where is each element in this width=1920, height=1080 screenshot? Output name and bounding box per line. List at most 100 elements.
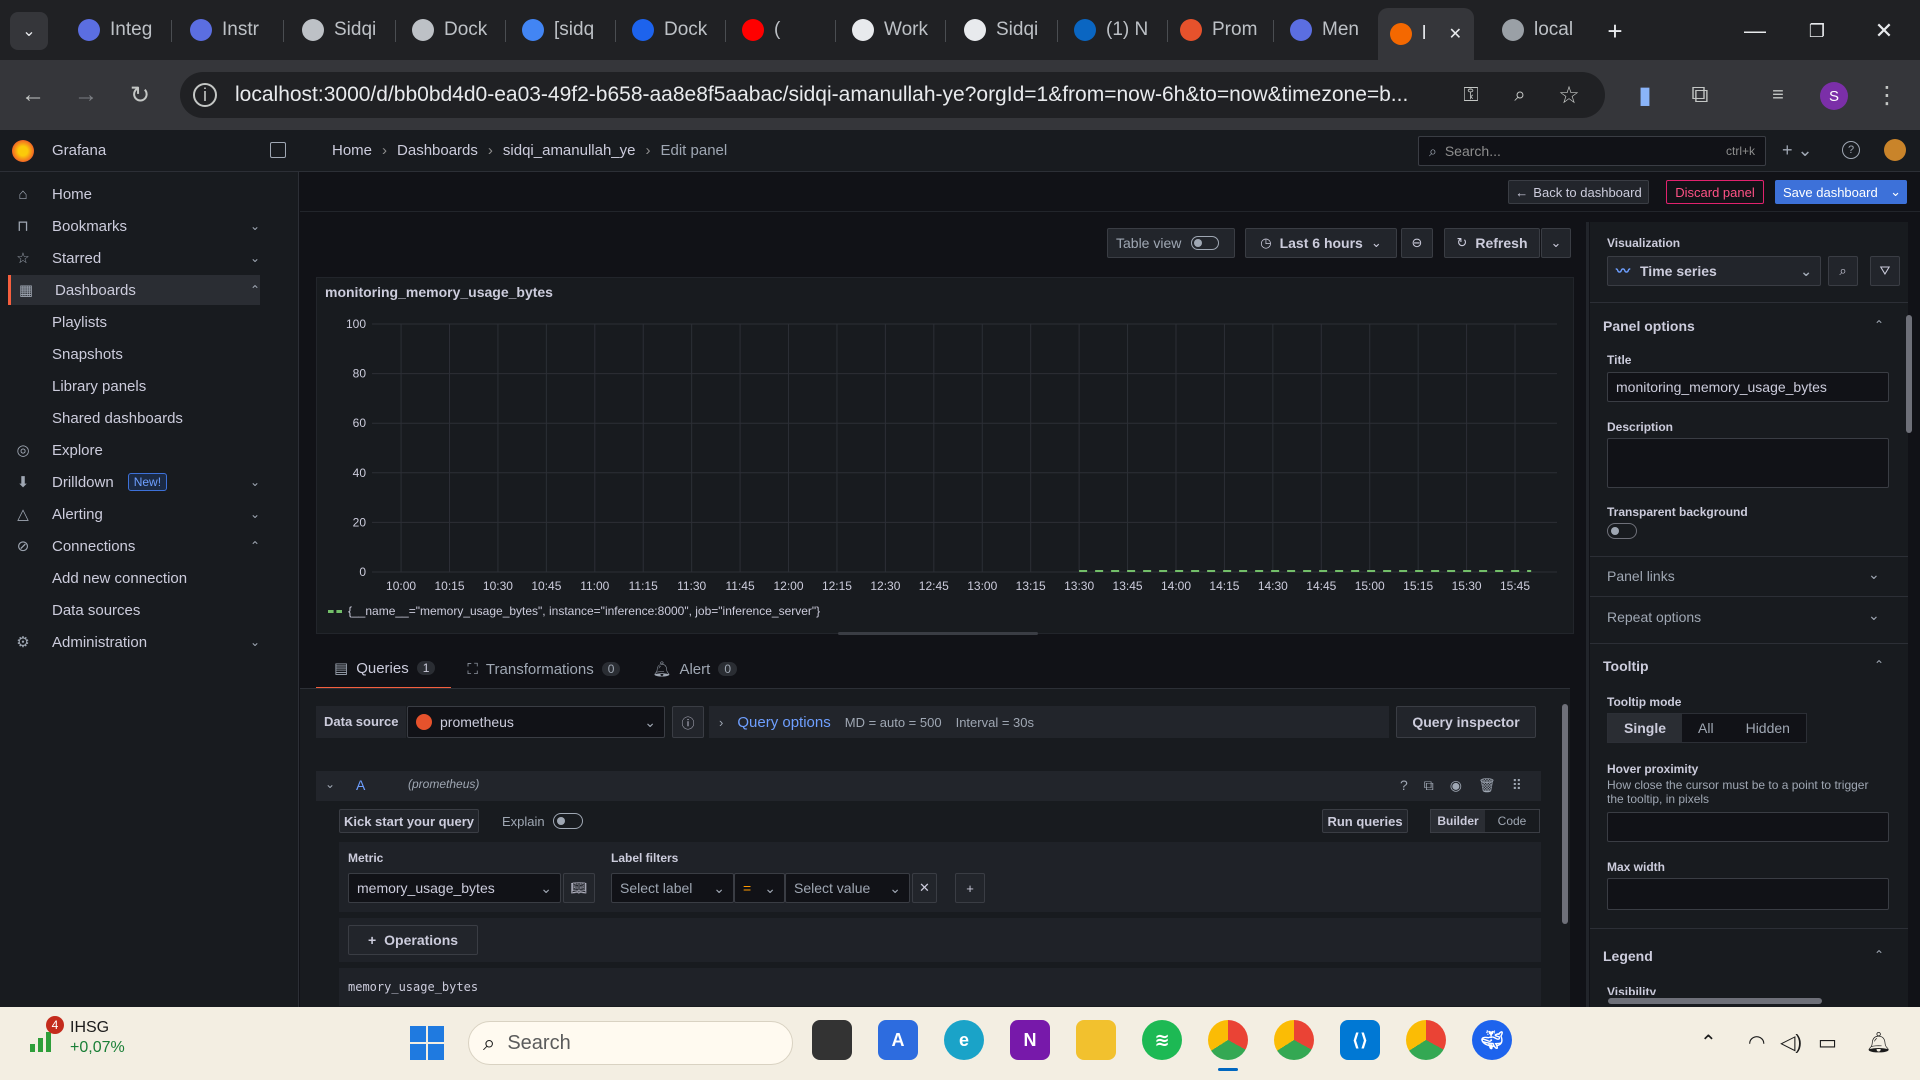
add-filter-button[interactable]: +: [955, 873, 985, 903]
table-view-toggle[interactable]: Table view: [1107, 228, 1235, 258]
sidebar-item-drilldown[interactable]: ⬇ Drilldown New! ⌄: [8, 467, 260, 497]
filter-options-button[interactable]: ⛛: [1870, 256, 1900, 286]
browser-tab[interactable]: Work: [840, 10, 940, 50]
browser-tab[interactable]: Dock: [400, 10, 500, 50]
explain-toggle[interactable]: [553, 813, 583, 829]
add-new-icon[interactable]: + ⌄: [1782, 140, 1813, 161]
time-series-chart[interactable]: 0 20 40 60 80 100 10:00 10:15 10:30 10:45 11:00 11:…: [316, 300, 1574, 630]
browser-tab[interactable]: Prom: [1168, 10, 1268, 50]
browser-tab[interactable]: Dock: [620, 10, 720, 50]
file-explorer-icon[interactable]: [1076, 1020, 1116, 1060]
time-range-picker[interactable]: ◷ Last 6 hours ⌄: [1245, 228, 1397, 258]
browser-tab[interactable]: Sidqi: [952, 10, 1052, 50]
chrome-profile2-icon[interactable]: [1406, 1020, 1446, 1060]
edge-icon[interactable]: e: [944, 1020, 984, 1060]
datasource-help-button[interactable]: ⓘ: [672, 706, 704, 738]
help-icon[interactable]: ?: [1842, 141, 1860, 159]
reload-icon[interactable]: ↻: [125, 80, 155, 110]
sidebar-item-shared-dashboards[interactable]: Shared dashboards: [8, 403, 260, 433]
trash-icon[interactable]: 🗑︎: [1478, 777, 1496, 794]
chrome-icon[interactable]: [1208, 1020, 1248, 1060]
user-avatar[interactable]: [1884, 139, 1906, 161]
breadcrumb-dashboard[interactable]: sidqi_amanullah_ye: [503, 142, 636, 159]
run-queries-button[interactable]: Run queries: [1322, 809, 1408, 833]
chevron-up-icon[interactable]: ⌃: [1874, 948, 1884, 962]
help-icon[interactable]: ?: [1400, 777, 1408, 794]
chevron-down-icon[interactable]: ⌄: [250, 507, 260, 521]
notifications-bell-icon[interactable]: 🔔︎: [1866, 1030, 1891, 1055]
password-key-icon[interactable]: ⚿: [1456, 80, 1486, 110]
query-options-bar[interactable]: › Query options MD = auto = 500 Interval…: [709, 706, 1389, 738]
panel-options-header[interactable]: Panel options: [1603, 318, 1695, 334]
panel-title[interactable]: monitoring_memory_usage_bytes: [325, 284, 553, 300]
datasource-picker[interactable]: prometheus ⌄: [407, 706, 665, 738]
sidebar-item-snapshots[interactable]: Snapshots: [8, 339, 260, 369]
duplicate-icon[interactable]: ⧉: [1424, 777, 1434, 794]
query-inspector-button[interactable]: Query inspector: [1396, 706, 1536, 738]
chevron-up-icon[interactable]: ⌃: [250, 539, 260, 553]
app-store-icon[interactable]: A: [878, 1020, 918, 1060]
toggle-switch[interactable]: [1191, 236, 1220, 250]
sidebar-item-playlists[interactable]: Playlists: [8, 307, 260, 337]
tray-chevron-icon[interactable]: ⌃: [1700, 1030, 1717, 1055]
sidebar-item-administration[interactable]: ⚙ Administration ⌄: [8, 627, 260, 657]
forward-arrow-icon[interactable]: →: [71, 80, 101, 110]
chrome-menu-icon[interactable]: ⋮: [1872, 80, 1902, 110]
spotify-icon[interactable]: ≋: [1142, 1020, 1182, 1060]
collapse-chevron-icon[interactable]: ⌄: [325, 777, 335, 791]
tab-search-button[interactable]: ⌄: [10, 12, 48, 50]
hover-proximity-input[interactable]: [1607, 812, 1889, 842]
options-hscrollbar[interactable]: [1600, 995, 1900, 1005]
browser-tab[interactable]: Men: [1278, 10, 1374, 50]
sidebar-item-add-new-connection[interactable]: Add new connection: [8, 563, 260, 593]
save-dashboard-button[interactable]: Save dashboard ⌄: [1775, 180, 1907, 204]
eye-icon[interactable]: ◉: [1450, 777, 1462, 794]
max-width-input[interactable]: [1607, 878, 1889, 910]
task-view-icon[interactable]: [812, 1020, 852, 1060]
panel-links-section[interactable]: Panel links: [1607, 568, 1675, 584]
kick-start-button[interactable]: Kick start your query: [339, 809, 479, 833]
chevron-down-icon[interactable]: ⌄: [250, 251, 260, 265]
breadcrumb-home[interactable]: Home: [332, 142, 372, 159]
search-options-button[interactable]: ⌕: [1828, 256, 1858, 286]
select-value-dropdown[interactable]: Select value ⌄: [785, 873, 910, 903]
chrome-profile-icon[interactable]: [1274, 1020, 1314, 1060]
chevron-down-icon[interactable]: ⌄: [1868, 566, 1880, 583]
tooltip-header[interactable]: Tooltip: [1603, 658, 1649, 674]
legend-item[interactable]: {__name__="memory_usage_bytes", instance…: [328, 604, 820, 618]
chevron-up-icon[interactable]: ⌃: [1874, 318, 1884, 332]
wifi-icon[interactable]: ◠: [1748, 1030, 1765, 1055]
legend-header[interactable]: Legend: [1603, 948, 1653, 964]
sidebar-item-connections[interactable]: ⊘ Connections ⌃: [8, 531, 260, 561]
metrics-explorer-button[interactable]: 📖︎: [563, 873, 595, 903]
restore-button[interactable]: ❐: [1797, 14, 1837, 48]
select-label-dropdown[interactable]: Select label ⌄: [611, 873, 734, 903]
browser-tab[interactable]: [sidq: [510, 10, 610, 50]
zoom-out-button[interactable]: ⊖: [1401, 228, 1433, 258]
docker-icon[interactable]: 🐳︎: [1472, 1020, 1512, 1060]
stock-widget[interactable]: 4 IHSG +0,07%: [28, 1016, 125, 1058]
sidebar-item-bookmarks[interactable]: ⊓ Bookmarks ⌄: [8, 211, 260, 241]
zoom-icon[interactable]: ⌕: [1505, 80, 1535, 110]
tooltip-mode-all[interactable]: All: [1682, 714, 1730, 742]
tab-queries[interactable]: ▤ Queries 1: [316, 655, 452, 689]
chevron-down-icon[interactable]: ⌄: [1890, 184, 1901, 200]
browser-tab[interactable]: (1) N: [1062, 10, 1162, 50]
browser-tab[interactable]: local: [1490, 10, 1590, 50]
profile-avatar[interactable]: S: [1820, 82, 1848, 110]
metric-select[interactable]: memory_usage_bytes ⌄: [348, 873, 561, 903]
new-tab-button[interactable]: +: [1598, 14, 1632, 48]
browser-tab[interactable]: Integ: [66, 10, 166, 50]
repeat-options-section[interactable]: Repeat options: [1607, 609, 1701, 625]
builder-mode-button[interactable]: Builder: [1431, 810, 1485, 832]
chevron-down-icon[interactable]: ⌄: [250, 475, 260, 489]
discard-panel-button[interactable]: Discard panel: [1666, 180, 1764, 204]
options-divider[interactable]: [1586, 222, 1589, 1007]
tooltip-mode-hidden[interactable]: Hidden: [1730, 714, 1806, 742]
operator-dropdown[interactable]: = ⌄: [734, 873, 785, 903]
browser-tab[interactable]: (: [730, 10, 830, 50]
tooltip-mode-single[interactable]: Single: [1608, 714, 1683, 742]
browser-tab[interactable]: l ✕: [1378, 8, 1474, 60]
sidebar-item-dashboards[interactable]: ▦ Dashboards ⌃: [8, 275, 260, 305]
chevron-up-icon[interactable]: ⌃: [1874, 658, 1884, 672]
